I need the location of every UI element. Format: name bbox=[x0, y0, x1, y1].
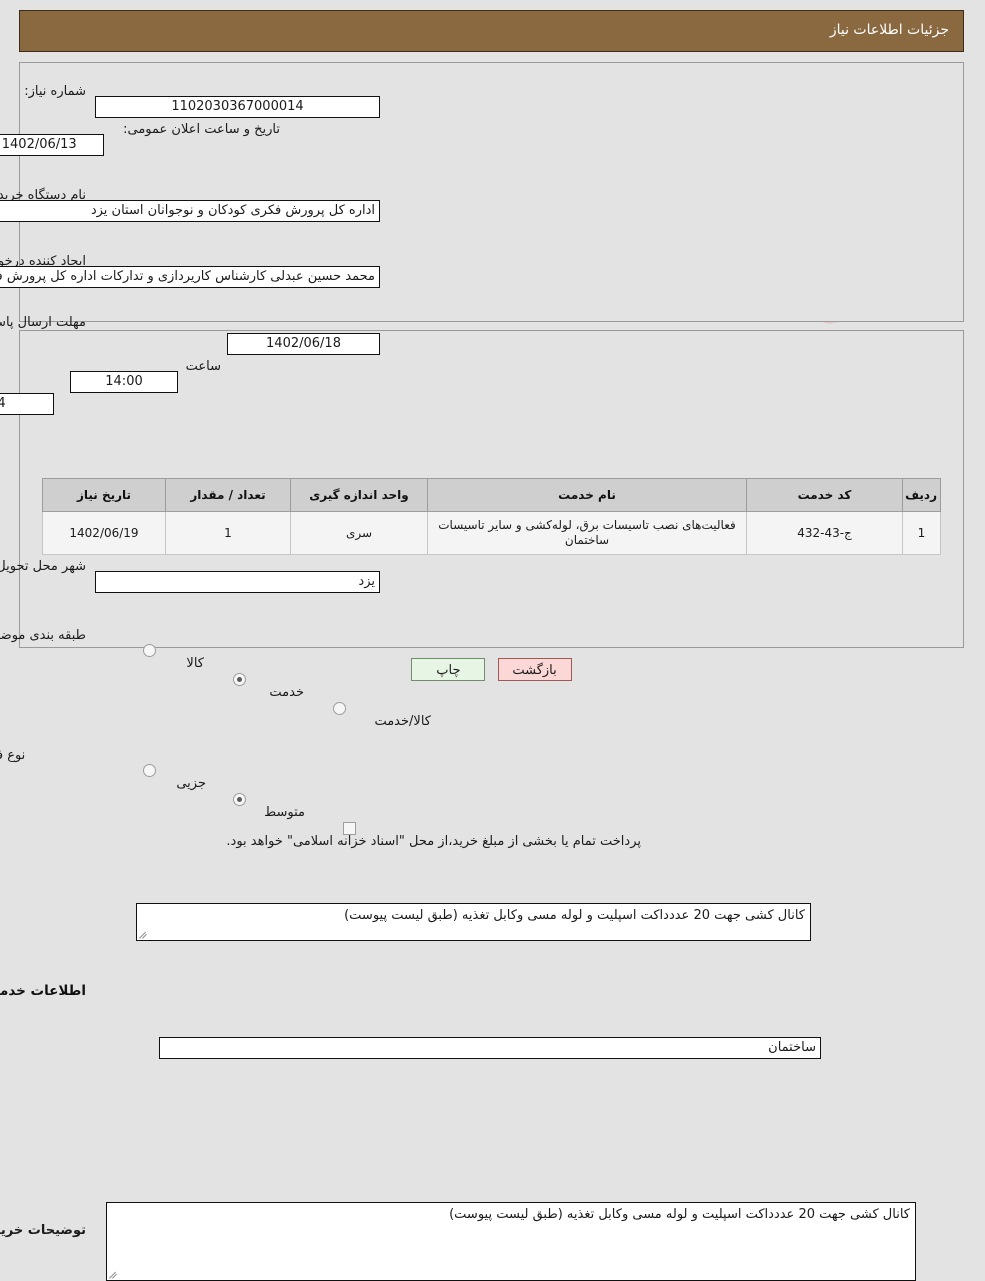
col-radif: ردیف bbox=[903, 478, 942, 512]
need-number-label: شماره نیاز: bbox=[25, 84, 87, 99]
buyer-notes-textarea[interactable]: کانال کشی جهت 20 عددداکت اسپلیت و لوله م… bbox=[107, 1202, 917, 1281]
col-date: تاریخ نیاز bbox=[43, 478, 167, 512]
table-row: 1 ج-43-432 فعالیت‌های نصب تاسیسات برق، ل… bbox=[43, 511, 942, 555]
announce-value: 1402/06/13 - 13:49 bbox=[0, 134, 105, 156]
cell-name: فعالیت‌های نصب تاسیسات برق، لوله‌کشی و س… bbox=[428, 511, 748, 555]
hour-label: ساعت bbox=[186, 359, 222, 374]
treasury-bond-note: پرداخت تمام یا بخشی از مبلغ خرید،از محل … bbox=[227, 834, 642, 849]
radio-category-kala-khedmat[interactable] bbox=[334, 702, 347, 715]
table-header-row: ردیف کد خدمت نام خدمت واحد اندازه گیری ت… bbox=[43, 478, 942, 512]
buyer-notes-label: توضیحات خریدار: bbox=[0, 1223, 87, 1238]
radio-category-kala[interactable] bbox=[144, 644, 157, 657]
col-qty: تعداد / مقدار bbox=[166, 478, 292, 512]
footer-bar: بازگشت چاپ bbox=[0, 658, 985, 681]
city-label: شهر محل تحویل: bbox=[0, 559, 87, 574]
radio-process-jozi-label: جزیی bbox=[177, 776, 207, 791]
announce-label: تاریخ و ساعت اعلان عمومی: bbox=[124, 122, 281, 137]
radio-category-kala-khedmat-label: کالا/خدمت bbox=[375, 714, 432, 729]
radio-category-khedmat-label: خدمت bbox=[270, 685, 305, 700]
buyer-notes-text: کانال کشی جهت 20 عددداکت اسپلیت و لوله م… bbox=[450, 1207, 911, 1222]
page-title: جزئیات اطلاعات نیاز bbox=[830, 22, 950, 38]
cell-unit: سری bbox=[291, 511, 429, 555]
radio-process-motevasset[interactable] bbox=[234, 793, 247, 806]
page-header: جزئیات اطلاعات نیاز bbox=[20, 10, 965, 52]
resize-grip-icon[interactable] bbox=[110, 1269, 120, 1279]
cell-qty: 1 bbox=[166, 511, 292, 555]
city-value: یزد bbox=[96, 571, 381, 593]
col-name: نام خدمت bbox=[428, 478, 748, 512]
remaining-days-value: 4 bbox=[0, 393, 55, 415]
radio-process-jozi[interactable] bbox=[144, 764, 157, 777]
deadline-label: مهلت ارسال پاسخ: تا تاریخ: bbox=[0, 315, 87, 330]
col-code: کد خدمت bbox=[747, 478, 904, 512]
buyer-org-value: اداره کل پرورش فکری کودکان و نوجوانان اس… bbox=[0, 200, 381, 222]
summary-textarea[interactable]: کانال کشی جهت 20 عددداکت اسپلیت و لوله م… bbox=[137, 903, 812, 941]
requester-value: محمد حسین عبدلی کارشناس کاریردازی و تدار… bbox=[0, 266, 381, 288]
service-group-value: ساختمان bbox=[160, 1037, 822, 1059]
category-label: طبقه بندی موضوعی: bbox=[0, 628, 87, 643]
print-button[interactable]: چاپ bbox=[412, 658, 487, 681]
deadline-date-value: 1402/06/18 bbox=[228, 333, 381, 355]
services-table: ردیف کد خدمت نام خدمت واحد اندازه گیری ت… bbox=[43, 478, 942, 555]
summary-text: کانال کشی جهت 20 عددداکت اسپلیت و لوله م… bbox=[345, 908, 806, 923]
process-label: نوع فرآیند خرید : bbox=[0, 748, 27, 763]
cell-code: ج-43-432 bbox=[747, 511, 904, 555]
services-heading: اطلاعات خدمات مورد نیاز bbox=[0, 983, 87, 999]
cell-radif: 1 bbox=[903, 511, 942, 555]
back-button[interactable]: بازگشت bbox=[498, 658, 573, 681]
cell-date: 1402/06/19 bbox=[43, 511, 167, 555]
need-number-value: 1102030367000014 bbox=[96, 96, 381, 118]
deadline-time-value: 14:00 bbox=[71, 371, 179, 393]
radio-process-motevasset-label: متوسط bbox=[265, 805, 306, 820]
col-unit: واحد اندازه گیری bbox=[291, 478, 429, 512]
resize-grip-icon[interactable] bbox=[140, 929, 150, 939]
